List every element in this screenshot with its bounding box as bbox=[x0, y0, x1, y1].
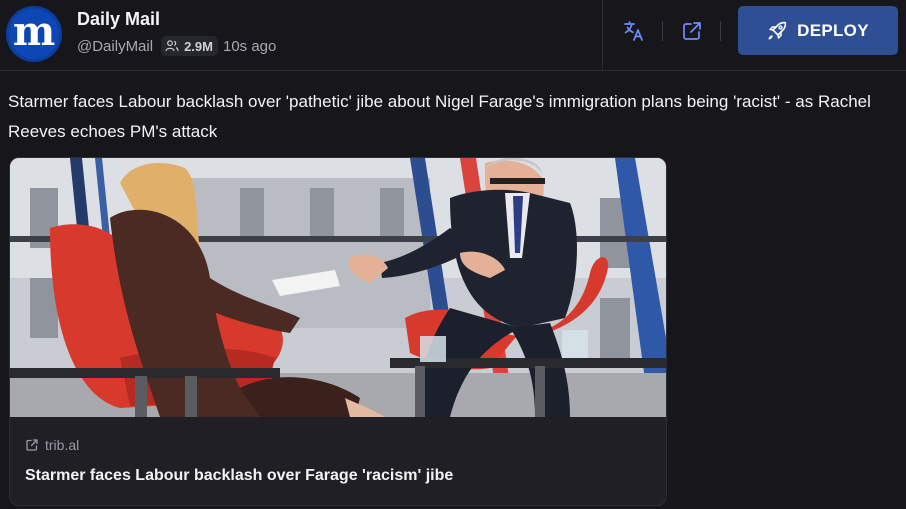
post-header: m Daily Mail @DailyMail 2.9M 10s ago DEP… bbox=[0, 0, 906, 71]
avatar-letter: m bbox=[12, 8, 56, 55]
toolbar-divider bbox=[720, 21, 721, 41]
account-handle[interactable]: @DailyMail bbox=[77, 38, 153, 55]
deploy-button[interactable]: DEPLOY bbox=[738, 6, 898, 55]
translate-icon bbox=[624, 21, 643, 41]
rocket-icon bbox=[768, 21, 787, 39]
users-icon bbox=[165, 40, 179, 52]
card-footer: trib.al Starmer faces Labour backlash ov… bbox=[10, 417, 666, 505]
post-text: Starmer faces Labour backlash over 'path… bbox=[8, 92, 871, 141]
toolbar-divider bbox=[662, 21, 663, 41]
followers-badge: 2.9M bbox=[161, 36, 218, 56]
card-domain-text: trib.al bbox=[45, 437, 80, 453]
timestamp: 10s ago bbox=[222, 37, 277, 55]
daily-mail-logo-icon: m bbox=[9, 9, 59, 59]
news-photo bbox=[10, 158, 666, 417]
header-divider bbox=[602, 0, 603, 70]
deploy-label: DEPLOY bbox=[797, 20, 869, 40]
followers-count: 2.9M bbox=[184, 38, 213, 54]
card-title[interactable]: Starmer faces Labour backlash over Farag… bbox=[25, 467, 453, 485]
account-meta: @DailyMail 2.9M 10s ago bbox=[77, 36, 276, 56]
translate-button[interactable] bbox=[621, 18, 647, 44]
card-domain[interactable]: trib.al bbox=[25, 437, 79, 453]
open-link-button[interactable] bbox=[679, 18, 705, 44]
link-preview-card[interactable]: trib.al Starmer faces Labour backlash ov… bbox=[9, 157, 667, 506]
external-link-icon bbox=[683, 22, 701, 40]
external-link-icon bbox=[26, 439, 38, 451]
avatar[interactable]: m bbox=[6, 6, 62, 62]
account-name[interactable]: Daily Mail bbox=[77, 9, 160, 30]
